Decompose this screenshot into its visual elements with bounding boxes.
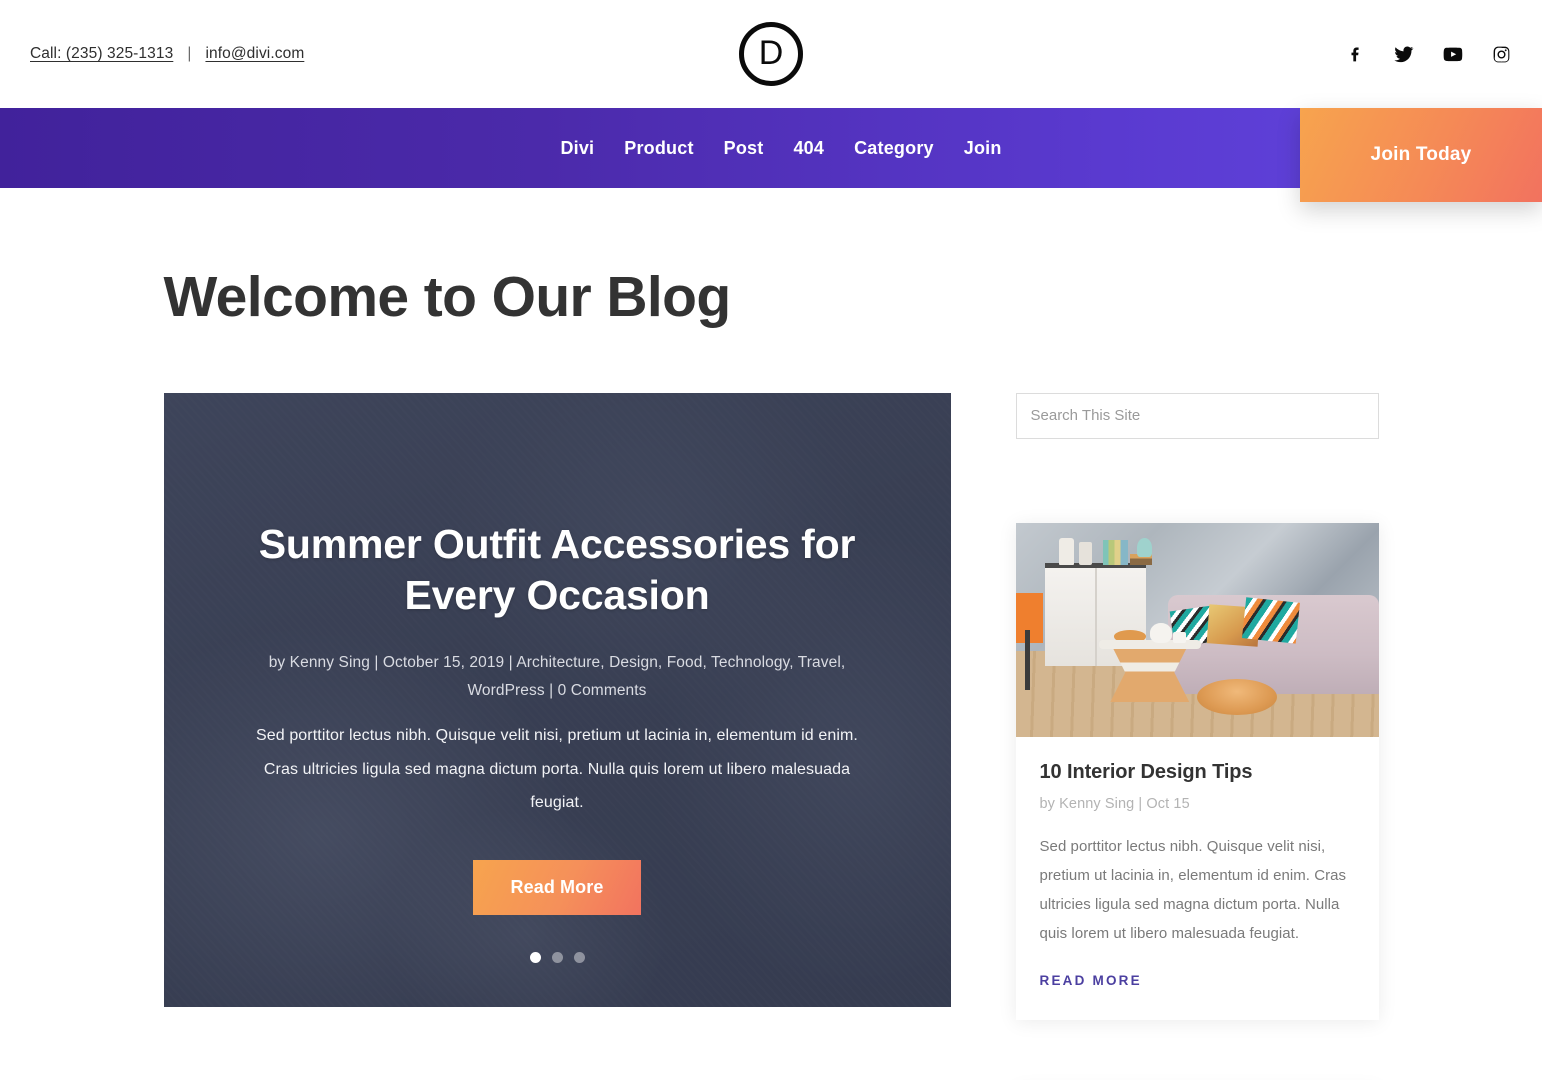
contact-info: Call: (235) 325-1313 | info@divi.com xyxy=(30,45,304,63)
slide-meta: by Kenny Sing | October 15, 2019 | Archi… xyxy=(268,654,846,699)
content-columns: Summer Outfit Accessories for Every Occa… xyxy=(163,392,1379,1080)
slider-dot-2[interactable] xyxy=(551,951,563,963)
main-content: Welcome to Our Blog Summer Outfit Access… xyxy=(0,188,1542,1080)
divi-logo-icon: D xyxy=(739,22,803,86)
facebook-icon[interactable] xyxy=(1346,44,1366,64)
site-logo[interactable]: D xyxy=(739,22,803,86)
blog-card-title[interactable]: 10 Interior Design Tips xyxy=(1040,761,1355,784)
nav-item-product[interactable]: Product xyxy=(609,138,708,159)
nav-item-404[interactable]: 404 xyxy=(778,138,839,159)
blog-card-meta: by Kenny Sing | Oct 15 xyxy=(1039,795,1190,812)
featured-post-slider[interactable]: Summer Outfit Accessories for Every Occa… xyxy=(163,392,951,1007)
slide-content: Summer Outfit Accessories for Every Occa… xyxy=(164,393,951,915)
nav-item-divi[interactable]: Divi xyxy=(545,138,609,159)
slide-excerpt: Sed porttitor lectus nibh. Quisque velit… xyxy=(256,727,858,812)
youtube-icon[interactable] xyxy=(1442,43,1464,65)
blog-card-body: 10 Interior Design Tips by Kenny Sing | … xyxy=(1016,737,1379,1020)
contact-separator: | xyxy=(187,45,192,62)
blog-card-read-more-link[interactable]: READ MORE xyxy=(1040,973,1142,988)
slider-dot-3[interactable] xyxy=(573,951,585,963)
slide-title: Summer Outfit Accessories for Every Occa… xyxy=(258,520,856,619)
top-contact-bar: Call: (235) 325-1313 | info@divi.com D xyxy=(0,0,1542,108)
search-input[interactable] xyxy=(1015,392,1379,439)
nav-item-join[interactable]: Join xyxy=(949,138,1017,159)
nav-item-category[interactable]: Category xyxy=(839,138,949,159)
slider-dots xyxy=(164,951,951,963)
blog-card[interactable]: 10 Interior Design Tips by Kenny Sing | … xyxy=(1015,522,1379,1020)
interior-photo xyxy=(1015,522,1379,737)
social-links xyxy=(1346,43,1512,65)
sidebar-column: 10 Interior Design Tips by Kenny Sing | … xyxy=(1015,392,1379,1080)
twitter-icon[interactable] xyxy=(1393,43,1415,65)
blog-slider-column: Summer Outfit Accessories for Every Occa… xyxy=(163,392,951,1080)
phone-link[interactable]: Call: (235) 325-1313 xyxy=(30,45,173,63)
blog-card-image xyxy=(1015,522,1379,737)
page-title: Welcome to Our Blog xyxy=(163,265,732,329)
instagram-icon[interactable] xyxy=(1491,44,1512,65)
main-navigation: Divi Product Post 404 Category Join Join… xyxy=(0,108,1542,202)
slider-dot-1[interactable] xyxy=(529,951,541,963)
blog-card-excerpt: Sed porttitor lectus nibh. Quisque velit… xyxy=(1039,837,1347,943)
email-link[interactable]: info@divi.com xyxy=(205,45,304,63)
nav-item-post[interactable]: Post xyxy=(709,138,779,159)
sidebar-card-list: 10 Interior Design Tips by Kenny Sing | … xyxy=(1015,522,1379,1080)
nav-links: Divi Product Post 404 Category Join xyxy=(525,138,1016,159)
slide-read-more-button[interactable]: Read More xyxy=(472,859,642,915)
